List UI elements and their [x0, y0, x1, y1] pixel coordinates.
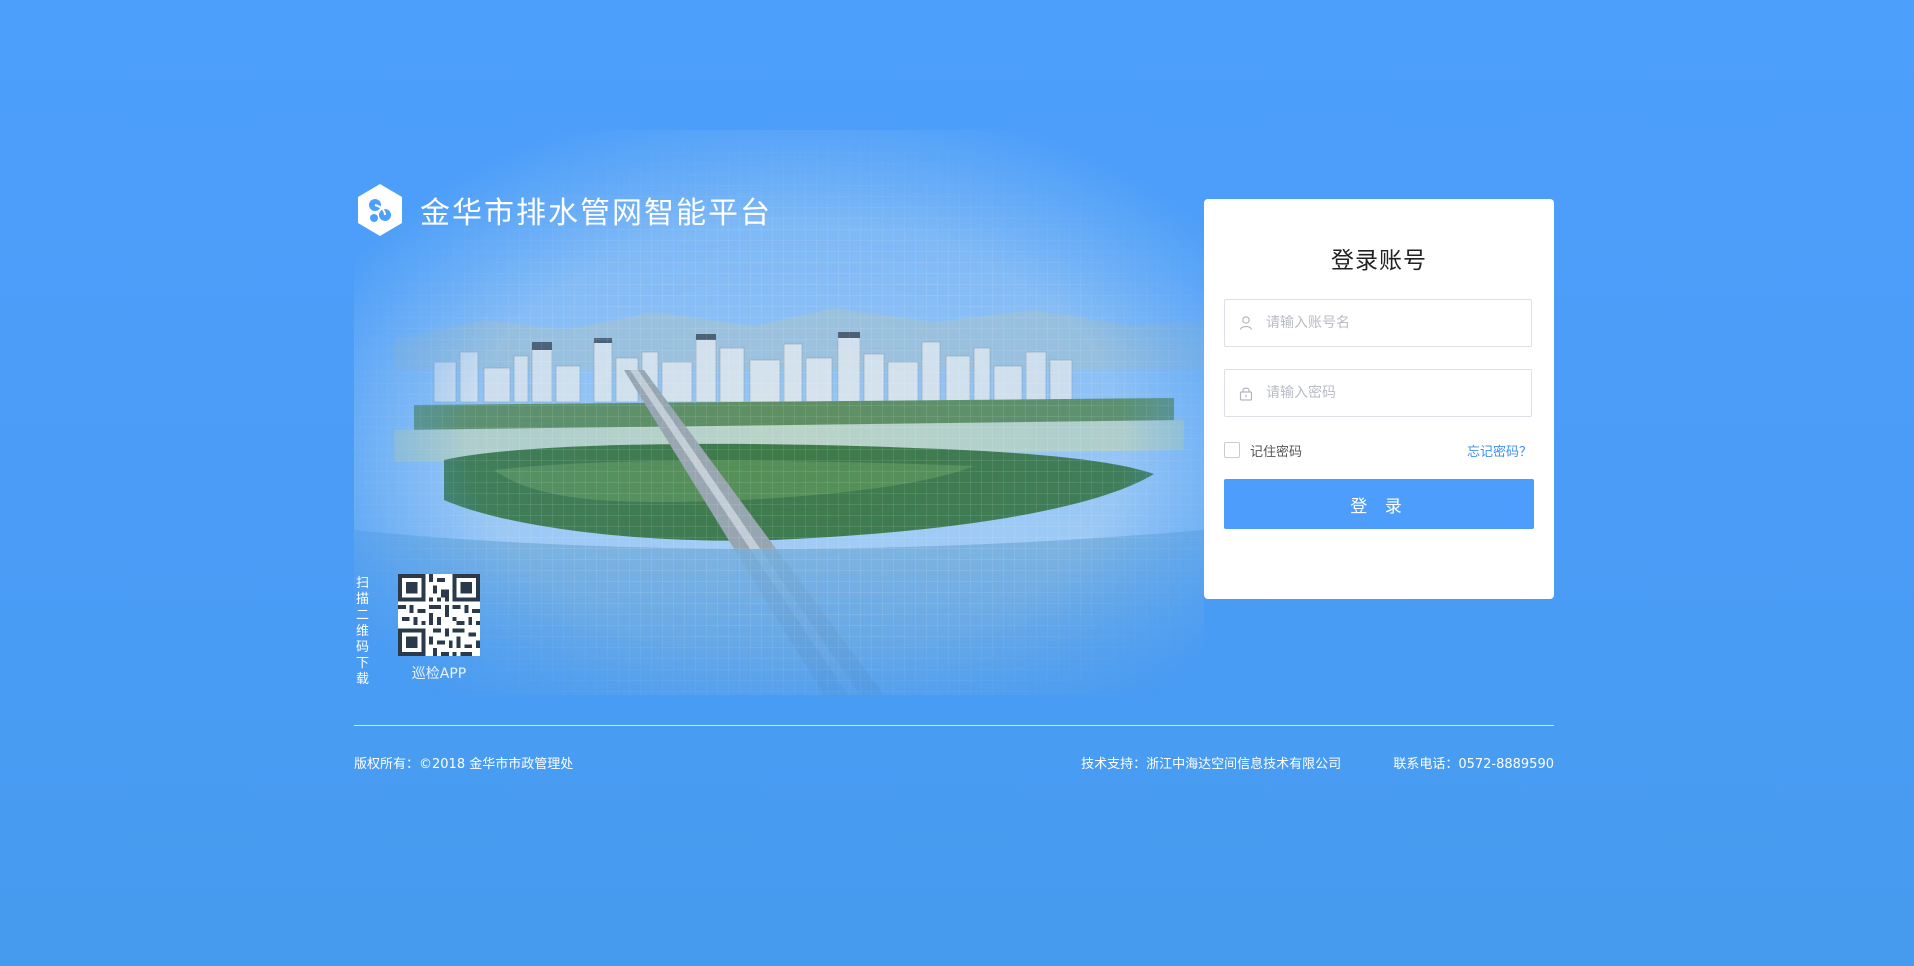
qr-scan-hint: 扫描二维码下载: [356, 576, 370, 687]
login-card: 登录账号 记住密码 忘记密码？ 登 录: [1204, 199, 1554, 599]
password-field[interactable]: [1224, 369, 1532, 417]
username-field[interactable]: [1224, 299, 1532, 347]
copyright-text: 版权所有：©2018 金华市市政管理处: [354, 757, 574, 772]
support-text: 技术支持：浙江中海达空间信息技术有限公司: [1081, 757, 1342, 772]
forgot-password-link[interactable]: 忘记密码？: [1467, 441, 1532, 460]
remember-checkbox[interactable]: [1224, 442, 1240, 458]
login-button[interactable]: 登 录: [1224, 479, 1534, 529]
brand-header: 金华市排水管网智能平台: [356, 183, 772, 237]
qr-download-block: 扫描二维码下载 巡检APP: [356, 574, 480, 688]
qr-app-caption: 巡检APP: [411, 666, 467, 682]
remember-label: 记住密码: [1250, 444, 1303, 460]
username-input[interactable]: [1264, 314, 1518, 332]
footer-divider: [354, 725, 1554, 726]
footer: 版权所有：©2018 金华市市政管理处 技术支持：浙江中海达空间信息技术有限公司…: [354, 753, 1554, 772]
password-input[interactable]: [1264, 384, 1518, 402]
lock-icon: [1239, 387, 1253, 401]
remember-row: 记住密码 忘记密码？: [1224, 440, 1532, 460]
login-title: 登录账号: [1331, 248, 1427, 274]
phone-text: 联系电话：0572-8889590: [1393, 757, 1554, 772]
user-icon: [1239, 316, 1253, 330]
footer-right: 技术支持：浙江中海达空间信息技术有限公司 联系电话：0572-8889590: [1081, 753, 1554, 772]
hexagon-logo-icon: [358, 184, 402, 236]
platform-title: 金华市排水管网智能平台: [420, 196, 772, 231]
remember-password-option[interactable]: 记住密码: [1224, 441, 1302, 460]
qr-code-image: [398, 574, 480, 656]
